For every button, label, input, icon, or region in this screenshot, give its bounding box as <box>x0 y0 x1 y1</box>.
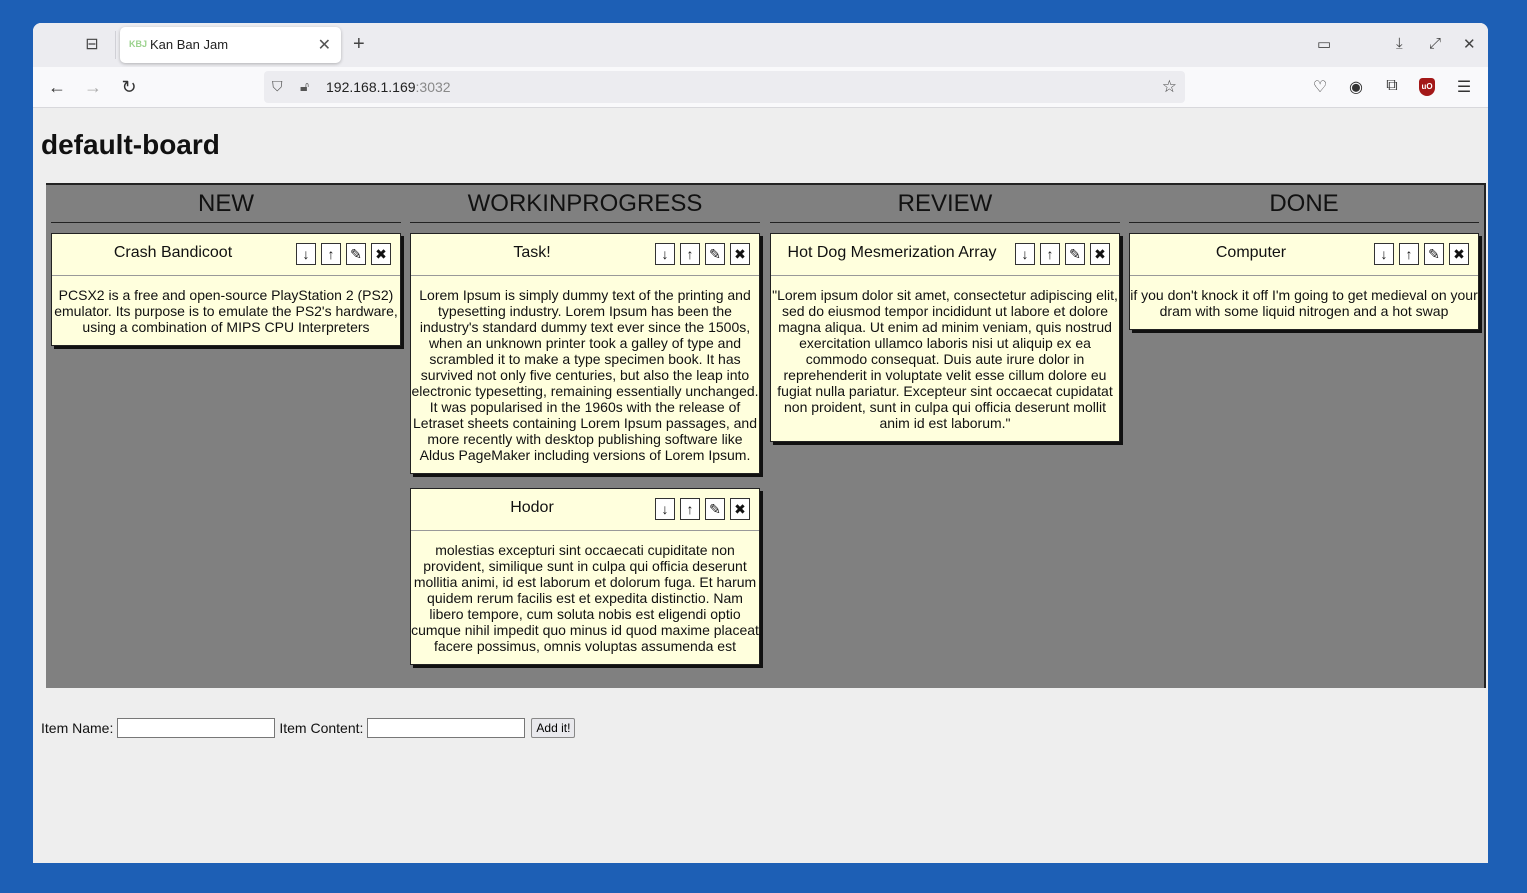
favicon-icon: KBJ <box>129 39 148 49</box>
move-up-button[interactable]: ↑ <box>680 243 700 265</box>
delete-button[interactable]: ✖ <box>1449 243 1469 265</box>
edit-button[interactable]: ✎ <box>1065 243 1085 265</box>
url-bar[interactable]: ⛉ 🔓︎ 192.168.1.169:3032 ☆ <box>264 71 1185 103</box>
card-content: PCSX2 is a free and open-source PlayStat… <box>54 287 398 335</box>
move-down-button[interactable]: ↓ <box>296 243 316 265</box>
card-title: Crash Bandicoot <box>113 244 233 261</box>
url-port: :3032 <box>415 79 451 95</box>
edit-button[interactable]: ✎ <box>1424 243 1444 265</box>
card: Task! ↓ ↑ ✎ ✖ Lorem Ipsum is simply dumm… <box>410 233 760 474</box>
shield-icon[interactable]: ⛉ <box>272 78 283 95</box>
url-host: 192.168.1.169 <box>326 79 416 95</box>
tab-separator <box>115 31 116 59</box>
column-header: REVIEW <box>770 185 1120 223</box>
card-content: molestias excepturi sint occaecati cupid… <box>411 542 759 654</box>
kanban-board: NEW Crash Bandicoot ↓ ↑ ✎ ✖ PCSX2 is a f… <box>46 183 1486 688</box>
move-down-button[interactable]: ↓ <box>655 498 675 520</box>
tab-strip: ⊟ KBJ Kan Ban Jam ✕ + ▭ ⤓ ⤢ ✕ <box>33 23 1488 67</box>
page-content: default-board NEW Crash Bandicoot ↓ ↑ ✎ … <box>33 109 1488 863</box>
move-up-button[interactable]: ↑ <box>680 498 700 520</box>
delete-button[interactable]: ✖ <box>730 243 750 265</box>
column-header: NEW <box>51 185 401 223</box>
move-up-button[interactable]: ↑ <box>1399 243 1419 265</box>
column-review: REVIEW Hot Dog Mesmerization Array ↓ ↑ ✎… <box>770 185 1120 456</box>
card: Hot Dog Mesmerization Array ↓ ↑ ✎ ✖ "Lor… <box>770 233 1120 442</box>
card-title: Computer <box>1215 244 1287 261</box>
column-new: NEW Crash Bandicoot ↓ ↑ ✎ ✖ PCSX2 is a f… <box>51 185 401 360</box>
new-tab-icon[interactable]: + <box>353 33 365 56</box>
add-item-button[interactable]: Add it! <box>531 718 576 738</box>
move-up-button[interactable]: ↑ <box>1040 243 1060 265</box>
delete-button[interactable]: ✖ <box>730 498 750 520</box>
move-down-button[interactable]: ↓ <box>1015 243 1035 265</box>
account-icon[interactable]: ◉ <box>1345 77 1367 97</box>
column-workinprogress: WORKINPROGRESS Task! ↓ ↑ ✎ ✖ Lorem Ipsum… <box>410 185 760 679</box>
maximize-icon[interactable]: ⤢ <box>1429 35 1441 52</box>
edit-button[interactable]: ✎ <box>705 243 725 265</box>
column-header: WORKINPROGRESS <box>410 185 760 223</box>
active-tab[interactable]: KBJ Kan Ban Jam ✕ <box>120 27 341 63</box>
card: Computer ↓ ↑ ✎ ✖ if you don't knock it o… <box>1129 233 1479 330</box>
card: Hodor ↓ ↑ ✎ ✖ molestias excepturi sint o… <box>410 488 760 665</box>
reload-icon[interactable]: ↻ <box>117 76 141 98</box>
close-window-icon[interactable]: ✕ <box>1463 35 1476 53</box>
board-title: default-board <box>41 129 220 160</box>
card-title: Task! <box>513 244 551 261</box>
add-item-form: Item Name: Item Content: Add it! <box>41 718 576 738</box>
tab-close-icon[interactable]: ✕ <box>318 35 331 55</box>
delete-button[interactable]: ✖ <box>371 243 391 265</box>
move-down-button[interactable]: ↓ <box>1374 243 1394 265</box>
pocket-icon[interactable]: ♡ <box>1309 77 1331 97</box>
navigation-bar: ← → ↻ ⛉ 🔓︎ 192.168.1.169:3032 ☆ ♡ ◉ ⧉ uO… <box>33 67 1488 108</box>
tab-manager-icon[interactable]: ⊟ <box>82 35 102 55</box>
menu-icon[interactable]: ☰ <box>1453 77 1475 97</box>
insecure-lock-icon[interactable]: 🔓︎ <box>300 78 309 95</box>
column-done: DONE Computer ↓ ↑ ✎ ✖ if you don't knock… <box>1129 185 1479 344</box>
minimize-icon[interactable]: ⤓ <box>1396 35 1403 52</box>
item-content-input[interactable] <box>367 718 526 738</box>
extensions-icon[interactable]: ⧉ <box>1381 77 1403 95</box>
move-down-button[interactable]: ↓ <box>655 243 675 265</box>
tab-title: Kan Ban Jam <box>150 37 229 52</box>
back-icon[interactable]: ← <box>45 76 69 98</box>
item-name-label: Item Name: <box>41 720 114 736</box>
card: Crash Bandicoot ↓ ↑ ✎ ✖ PCSX2 is a free … <box>51 233 401 346</box>
edit-button[interactable]: ✎ <box>705 498 725 520</box>
column-header: DONE <box>1129 185 1479 223</box>
item-name-input[interactable] <box>117 718 276 738</box>
card-content: if you don't knock it off I'm going to g… <box>1130 287 1478 319</box>
forward-icon[interactable]: → <box>81 76 105 98</box>
browser-window: ⊟ KBJ Kan Ban Jam ✕ + ▭ ⤓ ⤢ ✕ ← → ↻ ⛉ 🔓︎… <box>33 23 1488 863</box>
delete-button[interactable]: ✖ <box>1090 243 1110 265</box>
edit-button[interactable]: ✎ <box>346 243 366 265</box>
card-title: Hodor <box>510 499 554 516</box>
move-up-button[interactable]: ↑ <box>321 243 341 265</box>
item-content-label: Item Content: <box>279 720 364 736</box>
card-title: Hot Dog Mesmerization Array <box>787 244 997 261</box>
card-content: Lorem Ipsum is simply dummy text of the … <box>411 287 759 463</box>
sidebar-toggle-icon[interactable]: ▭ <box>1317 35 1331 53</box>
bookmark-star-icon[interactable]: ☆ <box>1162 77 1177 97</box>
card-content: "Lorem ipsum dolor sit amet, consectetur… <box>772 287 1118 431</box>
url-text[interactable]: 192.168.1.169:3032 <box>326 79 451 95</box>
ublock-origin-icon[interactable]: uO <box>1419 78 1435 96</box>
